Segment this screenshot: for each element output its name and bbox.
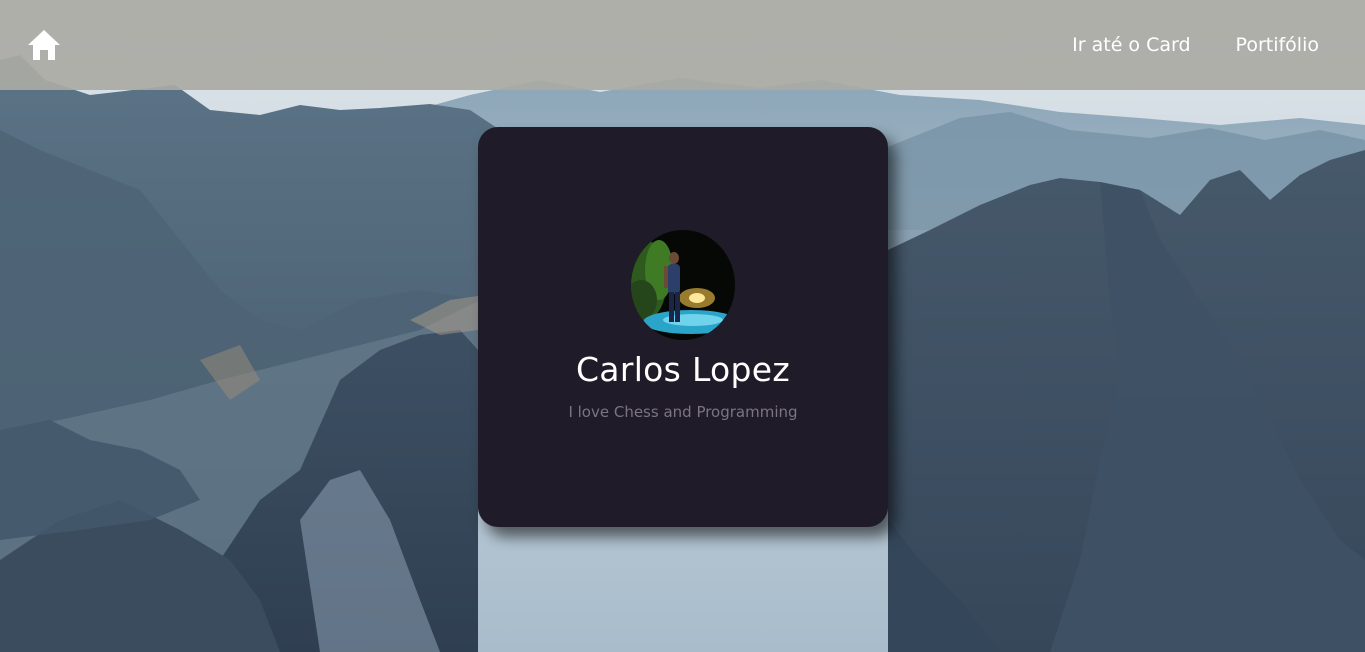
nav-link-card[interactable]: Ir até o Card xyxy=(1072,34,1190,56)
profile-card: Carlos Lopez I love Chess and Programmin… xyxy=(478,127,888,527)
profile-photo-image xyxy=(631,230,735,340)
profile-bio: I love Chess and Programming xyxy=(568,403,798,421)
profile-avatar xyxy=(631,230,735,340)
home-icon xyxy=(28,30,60,60)
profile-name: Carlos Lopez xyxy=(575,350,791,389)
nav-links: Ir até o Card Portifólio xyxy=(1072,34,1319,56)
top-navbar: Ir até o Card Portifólio xyxy=(0,0,1365,90)
nav-link-portfolio[interactable]: Portifólio xyxy=(1236,34,1319,56)
home-link[interactable] xyxy=(26,28,62,62)
page-background: Ir até o Card Portifólio Carlos Lopez I … xyxy=(0,0,1365,652)
